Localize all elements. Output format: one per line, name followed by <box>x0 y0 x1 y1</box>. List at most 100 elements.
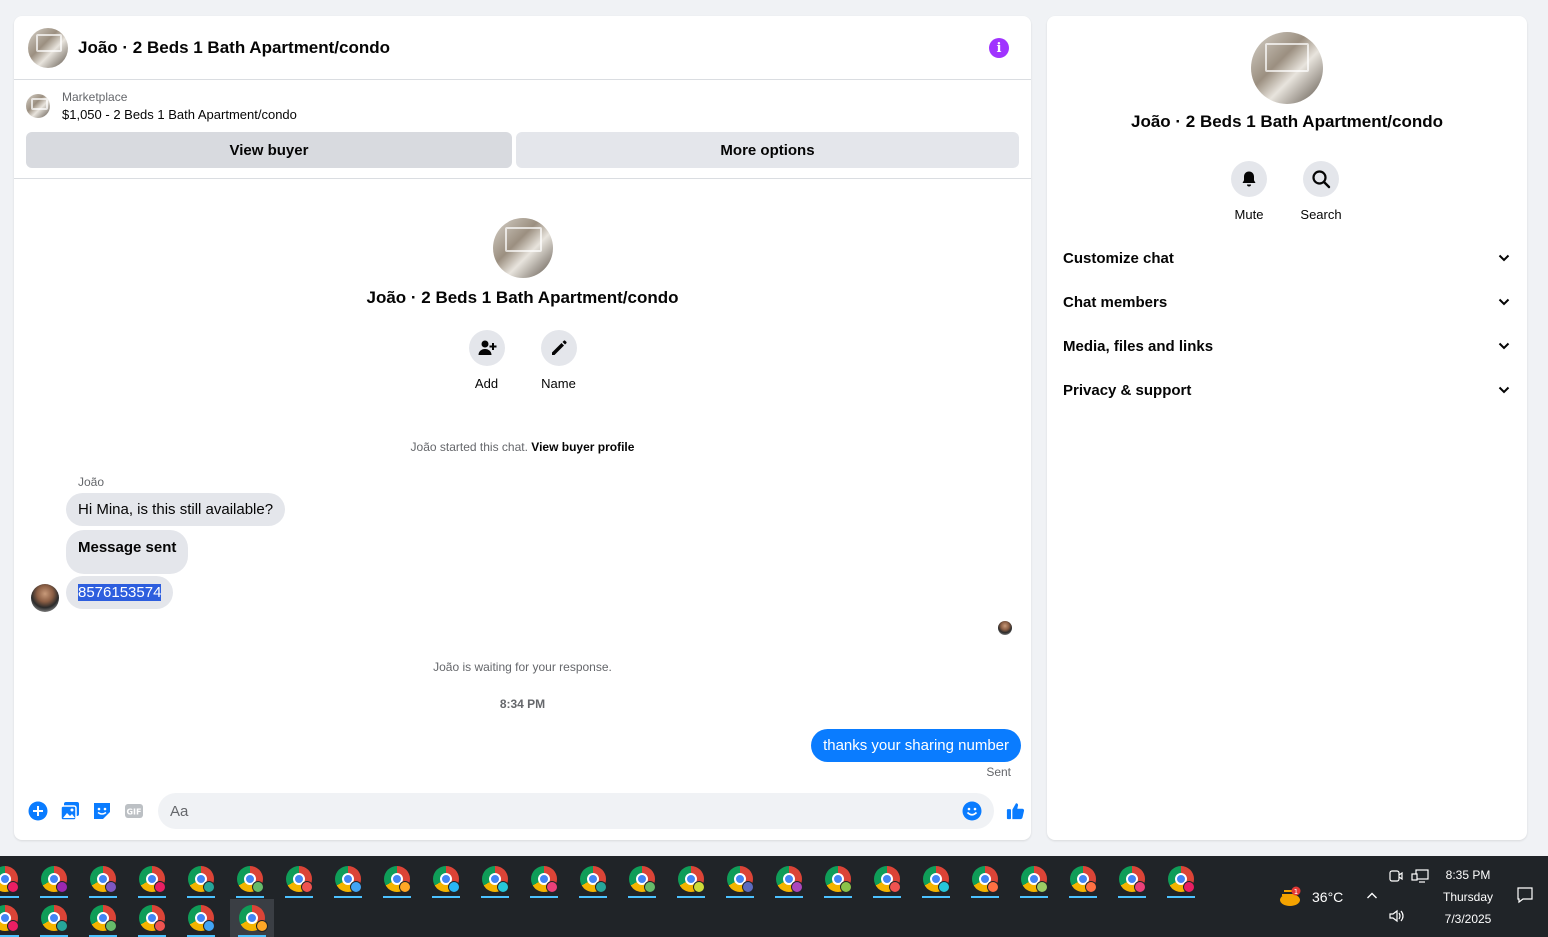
conversation-info-panel: João · 2 Beds 1 Bath Apartment/condo Mut… <box>1047 16 1527 840</box>
more-options-button[interactable]: More options <box>516 132 1019 168</box>
section-privacy-support[interactable]: Privacy & support <box>1047 368 1527 412</box>
section-label: Customize chat <box>1063 249 1174 267</box>
listing-row[interactable]: Marketplace $1,050 - 2 Beds 1 Bath Apart… <box>14 80 1031 126</box>
taskbar-browser-icon[interactable] <box>132 860 172 898</box>
taskbar-browser-icon[interactable] <box>83 899 123 937</box>
taskbar-browser-icon[interactable] <box>1063 860 1103 898</box>
network-icon[interactable] <box>1411 868 1429 884</box>
weather-badge: 1 <box>1294 888 1298 896</box>
taskbar-browser-icon-active[interactable] <box>230 899 274 937</box>
taskbar-browser-icon[interactable] <box>34 860 74 898</box>
view-buyer-button[interactable]: View buyer <box>26 132 512 168</box>
sticker-icon[interactable] <box>92 801 112 821</box>
mute-action[interactable]: Mute <box>1231 161 1267 222</box>
chat-avatar[interactable] <box>28 27 68 68</box>
taskbar-browser-icon[interactable] <box>83 860 123 898</box>
photo-icon[interactable] <box>60 801 80 821</box>
bell-icon <box>1242 171 1256 187</box>
emoji-icon[interactable] <box>962 801 982 821</box>
like-icon[interactable] <box>1006 801 1026 821</box>
taskbar-browser-icon[interactable] <box>916 860 956 898</box>
incoming-message[interactable]: 8576153574 <box>66 576 174 609</box>
taskbar-browser-icon[interactable] <box>1161 860 1201 898</box>
waiting-notice: João is waiting for your response. <box>433 660 612 674</box>
chat-title[interactable]: João · 2 Beds 1 Bath Apartment/condo <box>78 38 390 58</box>
taskbar-browser-icon[interactable] <box>769 860 809 898</box>
intro-actions: Add Name <box>14 330 1031 391</box>
edit-name-button[interactable] <box>540 330 577 366</box>
taskbar-browser-icon[interactable] <box>671 860 711 898</box>
listing-description: $1,050 - 2 Beds 1 Bath Apartment/condo <box>62 107 297 122</box>
clock-time: 8:35 PM <box>1445 868 1491 882</box>
section-label: Chat members <box>1063 293 1168 311</box>
add-person-icon <box>478 340 496 355</box>
incoming-message[interactable]: Message sent <box>66 530 189 574</box>
message-input[interactable] <box>170 802 962 820</box>
section-media-files-links[interactable]: Media, files and links <box>1047 324 1527 368</box>
taskbar-browser-icon[interactable] <box>132 899 172 937</box>
intro-name: João · 2 Beds 1 Bath Apartment/condo <box>366 288 679 307</box>
chat-panel: João · 2 Beds 1 Bath Apartment/condo i M… <box>14 16 1031 840</box>
taskbar-browser-icon[interactable] <box>34 899 74 937</box>
sender-avatar[interactable] <box>31 584 59 612</box>
taskbar-browser-icon[interactable] <box>867 860 907 898</box>
sent-status: Sent <box>986 765 1011 779</box>
taskbar-browser-icon[interactable] <box>622 860 662 898</box>
chevron-down-icon <box>1498 298 1510 306</box>
taskbar-browser-icon[interactable] <box>475 860 515 898</box>
taskbar-browser-icon[interactable] <box>965 860 1005 898</box>
plus-icon[interactable] <box>28 801 48 821</box>
taskbar-browser-icon[interactable] <box>279 860 319 898</box>
section-chat-members[interactable]: Chat members <box>1047 280 1527 324</box>
taskbar-clock[interactable]: 8:35 PM Thursday 7/3/2025 <box>1440 868 1496 926</box>
info-icon[interactable]: i <box>989 38 1009 58</box>
outgoing-message[interactable]: thanks your sharing number <box>811 729 1021 762</box>
gif-icon[interactable]: GIF <box>124 801 144 821</box>
chevron-up-icon[interactable] <box>1366 890 1378 902</box>
info-name: João · 2 Beds 1 Bath Apartment/condo <box>1130 112 1444 131</box>
chat-intro: João · 2 Beds 1 Bath Apartment/condo Add… <box>14 218 1031 391</box>
taskbar-browser-icon[interactable] <box>0 860 25 898</box>
meet-now-icon[interactable] <box>1388 868 1404 884</box>
message-timestamp: 8:34 PM <box>499 697 546 711</box>
listing-label: Marketplace <box>62 90 128 104</box>
taskbar-browser-icon[interactable] <box>524 860 564 898</box>
search-action[interactable]: Search <box>1300 161 1342 222</box>
taskbar-browser-icon[interactable] <box>573 860 613 898</box>
search-label: Search <box>1300 207 1342 222</box>
weather-icon: 1 <box>1280 886 1301 906</box>
section-label: Privacy & support <box>1063 381 1192 399</box>
notification-icon[interactable] <box>1516 886 1534 904</box>
taskbar-browser-icon[interactable] <box>0 899 25 937</box>
add-people-action[interactable]: Add <box>468 330 505 391</box>
volume-icon[interactable] <box>1388 908 1406 924</box>
search-button[interactable] <box>1303 161 1339 197</box>
add-person-button[interactable] <box>468 330 505 366</box>
taskbar-browser-icon[interactable] <box>181 860 221 898</box>
message-input-wrapper <box>158 793 994 829</box>
name-action[interactable]: Name <box>540 330 577 391</box>
mute-button[interactable] <box>1231 161 1267 197</box>
name-label: Name <box>541 376 576 391</box>
info-actions: Mute Search <box>1231 161 1342 222</box>
taskbar-browser-icon[interactable] <box>1014 860 1054 898</box>
info-sections: Customize chat Chat members Media, files… <box>1047 236 1527 412</box>
started-text: João started this chat. <box>410 440 528 454</box>
taskbar-browser-icon[interactable] <box>328 860 368 898</box>
taskbar-browser-icon[interactable] <box>181 899 221 937</box>
view-buyer-profile-link[interactable]: View buyer profile <box>531 440 634 454</box>
taskbar-browser-icon[interactable] <box>377 860 417 898</box>
taskbar-browser-icon[interactable] <box>818 860 858 898</box>
section-customize-chat[interactable]: Customize chat <box>1047 236 1527 280</box>
seen-indicator-avatar <box>998 621 1012 635</box>
taskbar-browser-icon[interactable] <box>426 860 466 898</box>
taskbar-browser-icon[interactable] <box>720 860 760 898</box>
taskbar-browser-icon[interactable] <box>1112 860 1152 898</box>
intro-avatar <box>492 218 553 278</box>
taskbar-browser-icon[interactable] <box>230 860 270 898</box>
info-avatar[interactable] <box>1251 32 1323 104</box>
chevron-down-icon <box>1498 342 1510 350</box>
message-composer: GIF <box>14 790 1031 832</box>
incoming-message[interactable]: Hi Mina, is this still available? <box>66 493 286 526</box>
weather-widget[interactable]: 1 36°C <box>1278 886 1343 908</box>
